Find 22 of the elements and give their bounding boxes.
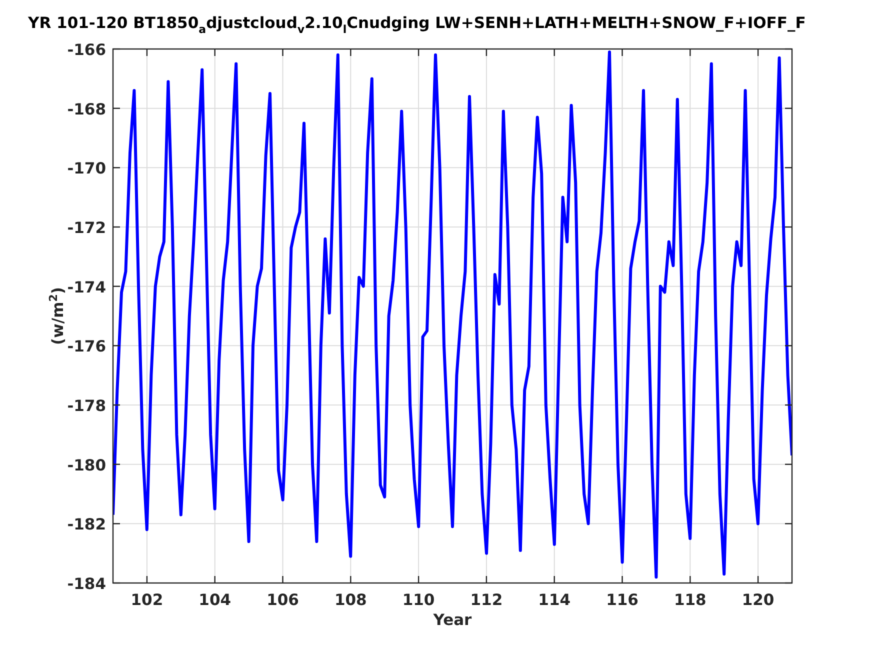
chart-title: YR 101-120 BT1850$_{a}$djustcloud$_{v}$2.10$_{l}$Cnudging LW+SENH+LATH+MELTH+SNOW_F+IOFF_F — [27, 13, 807, 38]
tick-label: 112 — [470, 591, 503, 609]
tick-label: 118 — [674, 591, 706, 609]
tick-label: -166 — [67, 41, 106, 59]
tick-label: 104 — [198, 591, 232, 609]
tick-label: -178 — [67, 397, 106, 415]
tick-label: 114 — [538, 591, 571, 609]
tick-label: -180 — [67, 456, 106, 474]
tick-label: 120 — [742, 591, 774, 609]
axis-title: Year — [433, 611, 472, 629]
tick-label: -168 — [67, 100, 106, 118]
tick-label: 116 — [606, 591, 638, 609]
tick-label: -184 — [67, 575, 106, 593]
tick-label: -182 — [67, 516, 106, 534]
tick-label: 110 — [402, 591, 435, 609]
tick-label: -174 — [67, 278, 106, 296]
tick-label: -176 — [67, 338, 106, 356]
tick-label: 102 — [130, 591, 164, 609]
tick-label: 108 — [334, 591, 367, 609]
tick-label: -172 — [67, 219, 106, 237]
tick-label: 106 — [266, 591, 299, 609]
tick-label: -170 — [67, 160, 106, 178]
